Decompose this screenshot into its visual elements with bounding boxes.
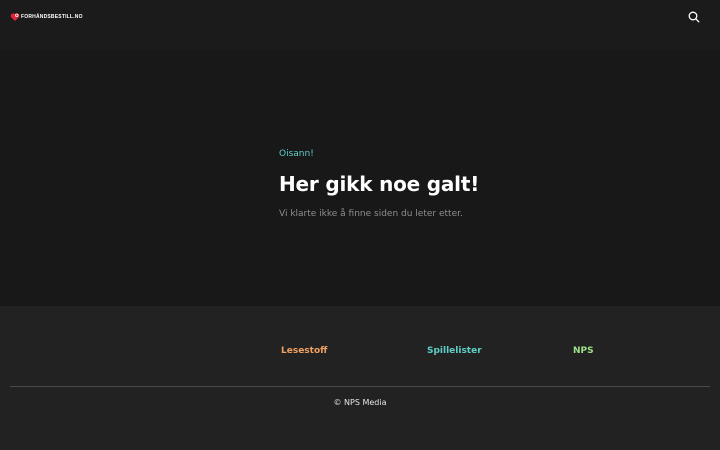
site-logo[interactable]: FORHÅNDSBESTILL.NO: [10, 11, 83, 23]
footer-divider: [10, 386, 710, 387]
footer-link-nps[interactable]: NPS: [573, 345, 594, 357]
error-message: Oisann! Her gikk noe galt! Vi klarte ikk…: [279, 148, 579, 220]
search-icon: [688, 11, 700, 23]
logo-text: FORHÅNDSBESTILL.NO: [21, 14, 83, 20]
site-footer: Lesestoff Spillelister NPS © NPS Media: [0, 306, 720, 450]
page: FORHÅNDSBESTILL.NO Oisann! Her gikk noe …: [0, 0, 720, 450]
search-button[interactable]: [684, 7, 704, 27]
error-kicker: Oisann!: [279, 149, 314, 159]
copyright: © NPS Media: [333, 398, 387, 407]
site-header: FORHÅNDSBESTILL.NO: [0, 0, 720, 50]
error-description: Vi klarte ikke å finne siden du leter et…: [279, 209, 463, 219]
heart-logo-icon: [10, 13, 20, 21]
main-content: Oisann! Her gikk noe galt! Vi klarte ikk…: [0, 50, 720, 306]
footer-link-lesestoff[interactable]: Lesestoff: [281, 345, 327, 357]
error-title: Her gikk noe galt!: [279, 172, 480, 196]
footer-link-spillelister[interactable]: Spillelister: [427, 345, 482, 357]
